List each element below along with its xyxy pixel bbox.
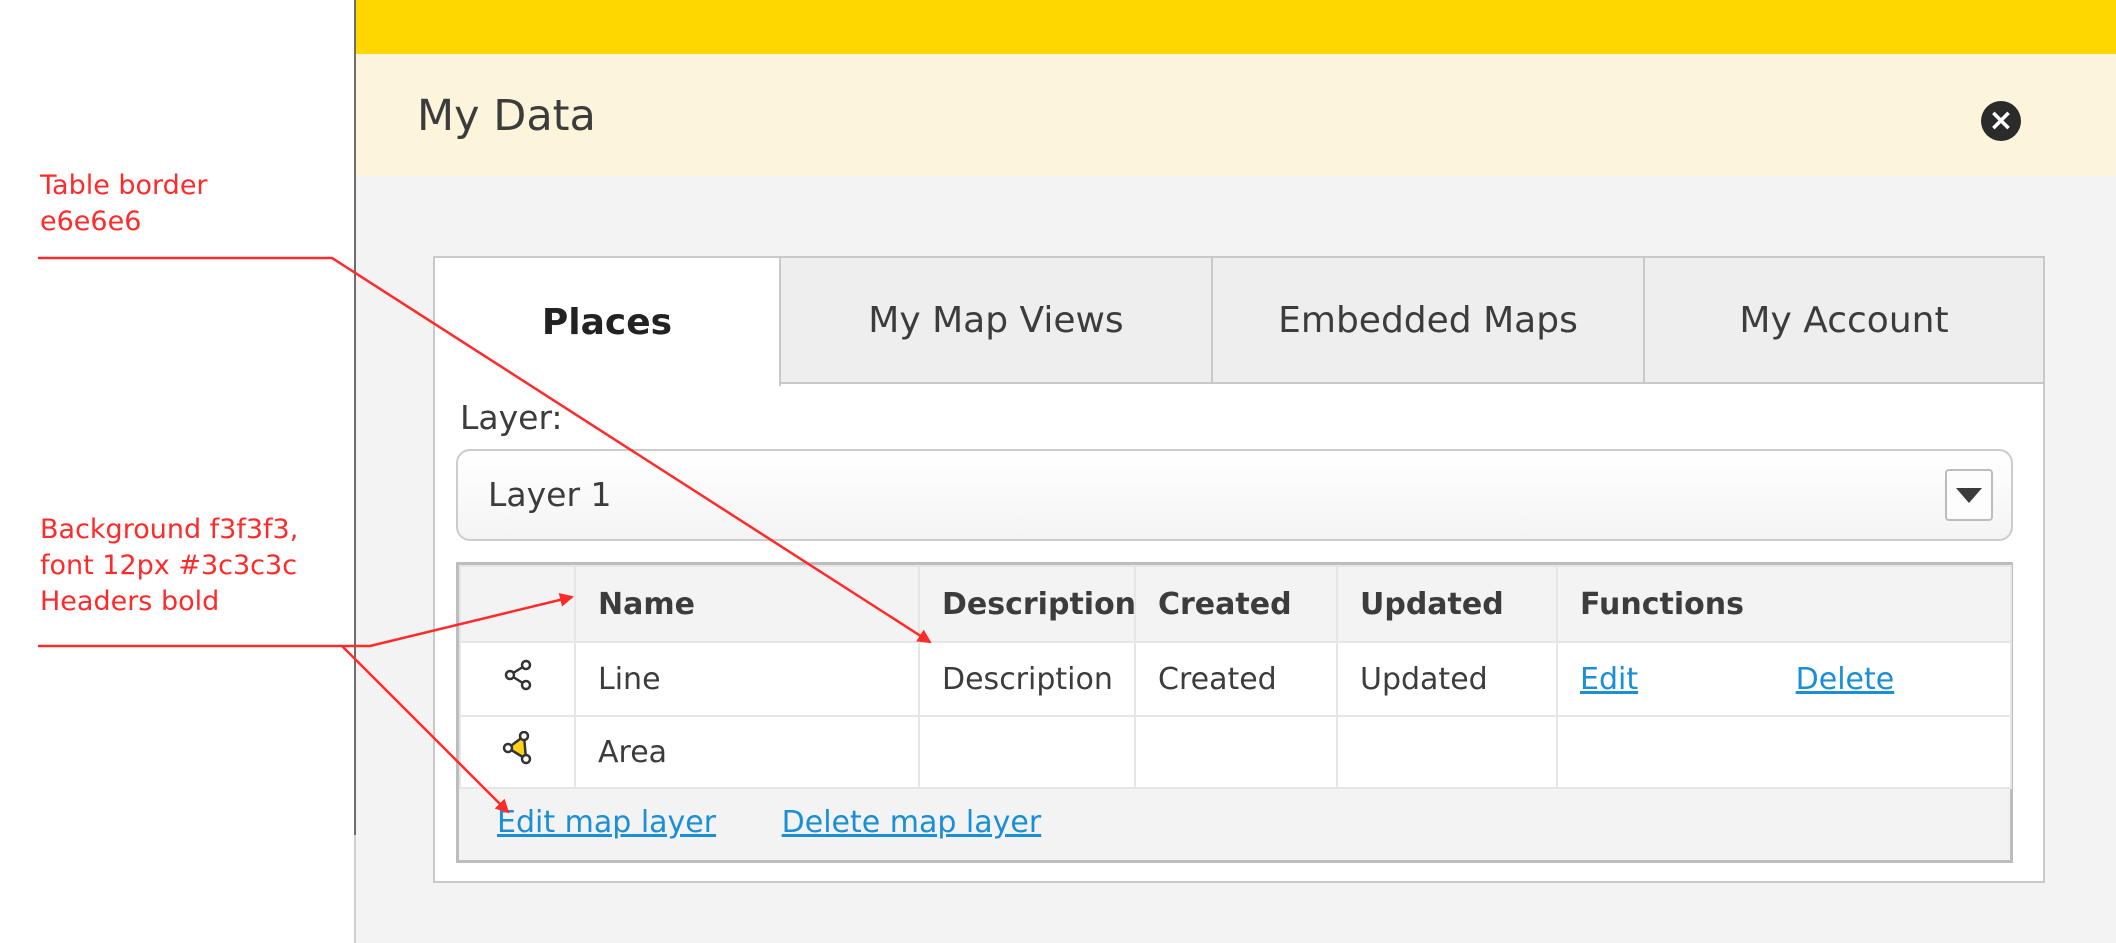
annotation-table-border: Table border e6e6e6 [40, 168, 208, 240]
dialog-title: My Data [417, 91, 596, 141]
edit-map-layer-link[interactable]: Edit map layer [497, 805, 716, 840]
table-row[interactable]: Area [459, 715, 2012, 789]
edit-link[interactable]: Edit [1580, 662, 1638, 697]
layer-label: Layer: [460, 398, 563, 437]
annotation-line: Table border [40, 170, 208, 201]
cell-description [918, 715, 1136, 789]
cell-updated [1336, 715, 1558, 789]
tab-my-map-views[interactable]: My Map Views [779, 256, 1213, 384]
tab-label: Places [541, 301, 673, 343]
line-icon [459, 641, 576, 717]
icon-column-header [459, 565, 576, 643]
annotation-background: Background f3f3f3, font 12px #3c3c3c Hea… [40, 512, 298, 620]
area-icon-svg [502, 730, 531, 765]
column-header-functions: Functions [1556, 565, 2012, 643]
area-icon [459, 715, 576, 789]
tab-my-account[interactable]: My Account [1643, 256, 2045, 384]
tab-label: My Account [1739, 299, 1949, 341]
line-icon-svg [504, 659, 531, 691]
annotation-line: e6e6e6 [40, 206, 142, 237]
tab-places[interactable]: Places [433, 256, 781, 386]
annotation-line: font 12px #3c3c3c [40, 550, 298, 581]
cell-name: Area [574, 715, 920, 789]
cell-created [1134, 715, 1338, 789]
cell-functions: Edit Delete [1556, 641, 2012, 717]
tab-label: My Map Views [868, 299, 1124, 341]
places-table: Name Description Created Updated Functio… [459, 565, 2012, 789]
dialog-top-bar [356, 0, 2116, 54]
layer-select-value: Layer 1 [488, 475, 612, 514]
column-header-name[interactable]: Name [574, 565, 920, 643]
column-header-updated[interactable]: Updated [1336, 565, 1558, 643]
annotation-line: Background f3f3f3, [40, 514, 299, 545]
annotation-line: Headers bold [40, 586, 220, 617]
dropdown-arrow-icon[interactable] [1945, 469, 1993, 521]
column-header-description[interactable]: Description [918, 565, 1136, 643]
table-header-row: Name Description Created Updated Functio… [459, 565, 2012, 643]
dialog-header: My Data × [356, 54, 2116, 176]
table-footer-links: Edit map layer Delete map layer [497, 805, 1097, 840]
cell-name: Line [574, 641, 920, 717]
column-header-created[interactable]: Created [1134, 565, 1338, 643]
table-row[interactable]: Line Description Created Updated Edit De… [459, 641, 2012, 717]
close-icon[interactable]: × [1981, 101, 2021, 141]
tab-embedded-maps[interactable]: Embedded Maps [1211, 256, 1645, 384]
delete-map-layer-link[interactable]: Delete map layer [782, 805, 1042, 840]
cell-functions [1556, 715, 2012, 789]
layer-select[interactable]: Layer 1 [456, 449, 2013, 541]
delete-link[interactable]: Delete [1796, 662, 1895, 697]
cell-updated: Updated [1336, 641, 1558, 717]
cell-created: Created [1134, 641, 1338, 717]
tab-label: Embedded Maps [1278, 299, 1578, 341]
cell-description: Description [918, 641, 1136, 717]
